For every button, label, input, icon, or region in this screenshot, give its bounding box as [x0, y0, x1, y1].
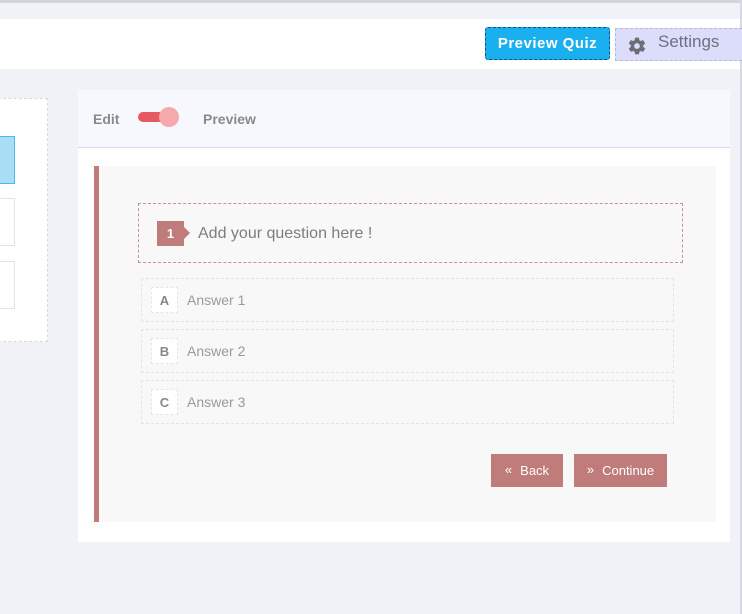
- editor-header: Edit Preview: [78, 90, 730, 148]
- answer-option[interactable]: B Answer 2: [141, 329, 674, 373]
- quiz-editor-panel: Edit Preview 1 Add your question here ! …: [78, 90, 730, 542]
- settings-label: Settings: [658, 32, 720, 51]
- answer-letter-badge: B: [151, 338, 178, 364]
- answer-text: Answer 3: [187, 394, 246, 410]
- question-number-badge: 1: [157, 221, 190, 246]
- window-top-border: [0, 0, 742, 3]
- continue-button[interactable]: » Continue: [574, 454, 667, 487]
- settings-button[interactable]: Settings: [615, 28, 742, 61]
- answer-text: Answer 2: [187, 343, 246, 359]
- answer-option[interactable]: C Answer 3: [141, 380, 674, 424]
- answer-text: Answer 1: [187, 292, 246, 308]
- edit-preview-toggle[interactable]: [138, 107, 184, 129]
- back-button[interactable]: « Back: [491, 454, 563, 487]
- question-card: 1 Add your question here ! A Answer 1 B …: [94, 166, 716, 522]
- answer-letter-badge: A: [151, 287, 178, 313]
- sidebar-item[interactable]: [0, 198, 15, 246]
- top-toolbar: Preview Quiz Settings: [0, 19, 742, 69]
- preview-mode-label: Preview: [203, 111, 256, 127]
- toggle-knob: [159, 107, 179, 127]
- question-input[interactable]: 1 Add your question here !: [138, 203, 683, 263]
- sidebar-item[interactable]: [0, 261, 15, 309]
- answer-option[interactable]: A Answer 1: [141, 278, 674, 322]
- gear-icon: [628, 37, 646, 54]
- preview-quiz-button[interactable]: Preview Quiz: [485, 27, 610, 60]
- question-placeholder: Add your question here !: [198, 225, 373, 242]
- answer-letter-badge: C: [151, 389, 178, 415]
- sidebar-item-active[interactable]: [0, 136, 15, 184]
- double-chevron-left-icon: «: [504, 462, 513, 477]
- back-label: Back: [520, 463, 550, 478]
- double-chevron-right-icon: »: [586, 462, 595, 477]
- continue-label: Continue: [602, 463, 655, 478]
- left-sidebar-panel: [0, 98, 48, 342]
- edit-mode-label: Edit: [93, 111, 120, 127]
